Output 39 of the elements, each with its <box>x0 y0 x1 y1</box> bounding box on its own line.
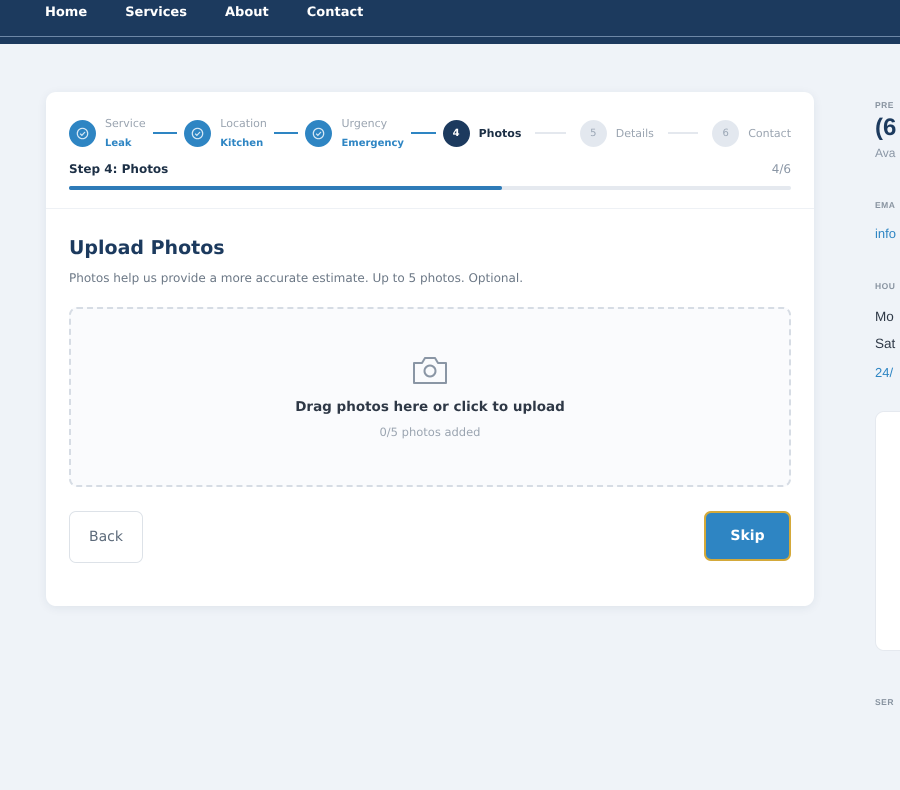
step-title: Service <box>105 117 146 130</box>
step-number: 4 <box>442 120 470 146</box>
photo-count: 0/5 photos added <box>379 425 480 439</box>
step-label: Step 4: Photos <box>69 162 168 176</box>
hours-text: Sat <box>875 336 896 351</box>
hours-label: HOU <box>875 281 896 291</box>
email-label: EMA <box>875 200 896 210</box>
step-title: Contact <box>748 126 792 140</box>
services-label: SER <box>875 697 895 707</box>
nav-link[interactable]: Home <box>45 4 88 32</box>
phone-label: PRE <box>875 100 895 110</box>
step-title: Photos <box>478 126 522 140</box>
hours-text: Mo <box>875 309 895 324</box>
email-link[interactable]: info <box>875 226 900 241</box>
step-value: Kitchen <box>220 138 264 149</box>
check-icon <box>184 120 212 146</box>
camera-icon <box>412 355 448 385</box>
phone-note: Ava <box>875 146 896 160</box>
description: Photos help us provide a more accurate estimate. Up to 5 photos. Optional. <box>69 271 524 285</box>
step-value: Emergency <box>341 138 404 149</box>
phone-number: (6 <box>875 114 898 142</box>
back-button[interactable]: Back <box>69 511 143 563</box>
step-title: Urgency <box>341 117 388 130</box>
upload-prompt: Drag photos here or click to upload <box>295 399 565 415</box>
check-icon <box>69 120 96 146</box>
hours-note: 24/ <box>875 365 894 380</box>
nav-link[interactable]: Contact <box>306 4 364 32</box>
step-title: Details <box>616 126 654 140</box>
step-number: 5 <box>580 120 607 146</box>
upload-dropzone[interactable]: Drag photos here or click to upload 0/5 photos added <box>69 307 791 487</box>
nav-link[interactable]: About <box>224 4 269 32</box>
step-value: Leak <box>105 138 133 149</box>
section-heading: Upload Photos <box>69 237 226 259</box>
skip-button[interactable]: Skip <box>704 511 791 561</box>
step-title: Location <box>220 117 267 130</box>
nav-link[interactable]: Services <box>125 4 187 32</box>
step-count: 4/6 <box>772 162 791 176</box>
check-icon <box>305 120 332 146</box>
step-number: 6 <box>712 120 740 146</box>
